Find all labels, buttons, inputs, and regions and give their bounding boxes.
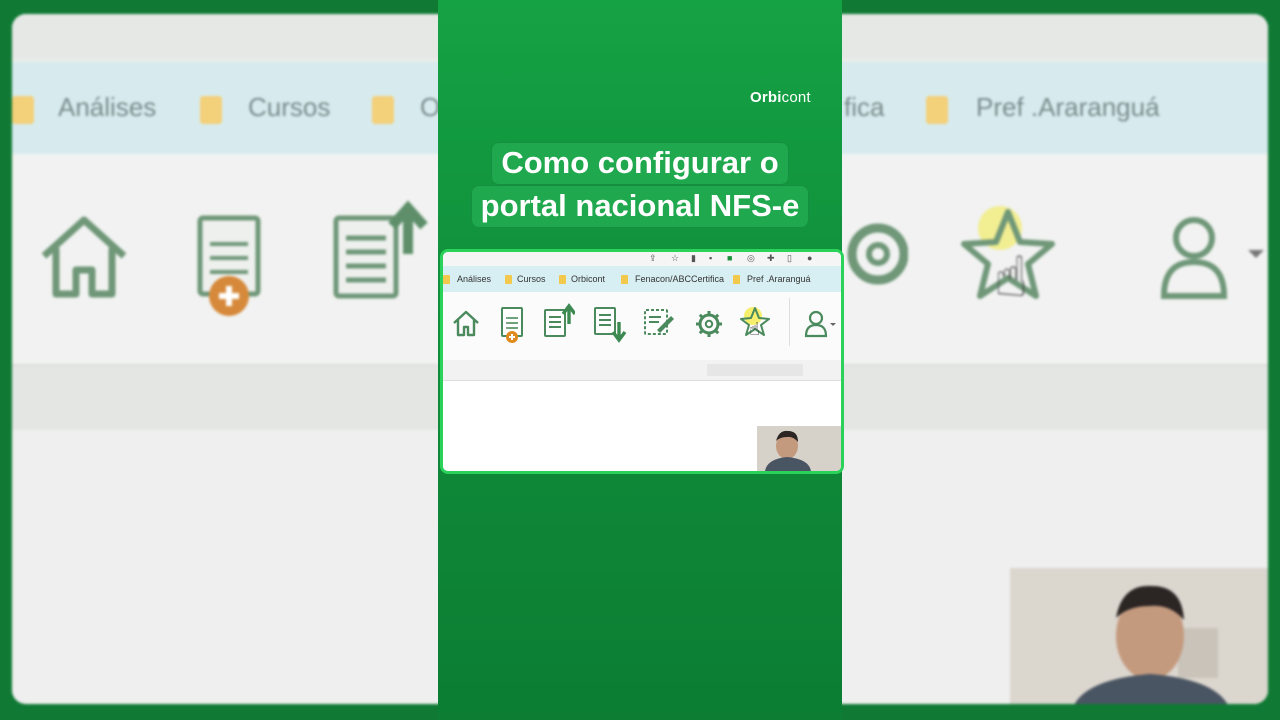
bookmark-araranguai[interactable]: Pref .Araranguá — [747, 274, 811, 284]
toolbar-divider — [789, 298, 790, 346]
home-icon[interactable] — [451, 308, 481, 338]
star-favorite-icon[interactable]: ☝ — [739, 304, 775, 340]
profile-icon[interactable]: ● — [807, 253, 812, 263]
folder-icon — [733, 275, 740, 284]
folder-icon — [559, 275, 566, 284]
bookmark-fenacon[interactable]: Fenacon/ABCCertifica — [635, 274, 724, 284]
bookmark-orbicont[interactable]: Orbicont — [571, 274, 605, 284]
nfse-add-icon — [197, 215, 261, 316]
background-webcam — [1010, 568, 1268, 704]
home-icon — [41, 216, 127, 298]
browser-extensions-bar: ⇪ ☆ ▮ ▪ ■ ◎ ✚ ▯ ● — [443, 252, 841, 266]
sidebar-icon[interactable]: ▯ — [787, 253, 792, 264]
puzzle-icon[interactable]: ✚ — [767, 253, 775, 264]
gear-icon — [847, 223, 908, 285]
presenter-silhouette — [1010, 568, 1268, 704]
user-icon — [1160, 217, 1264, 299]
brand-logo: Orbicont — [750, 89, 811, 106]
lock-icon[interactable]: ▪ — [709, 253, 712, 263]
extension-f-icon[interactable]: ■ — [727, 253, 732, 263]
video-title: Como configurar o portal nacional NFS-e — [440, 142, 840, 228]
folder-icon — [505, 275, 512, 284]
tooltip — [707, 364, 803, 376]
presenter-silhouette — [757, 426, 841, 471]
whatsapp-icon[interactable]: ◎ — [747, 253, 755, 264]
document-edit-icon[interactable] — [643, 308, 675, 338]
document-download-icon[interactable] — [593, 306, 627, 344]
document-upload-icon — [333, 200, 428, 299]
portal-toolbar: ☝ — [443, 292, 841, 361]
bg-bookmark-araranguai: Pref .Araranguá — [976, 92, 1160, 122]
cursor-glyph: ☝ — [994, 245, 1028, 304]
title-line-2: portal nacional NFS-e — [470, 185, 810, 228]
gear-icon[interactable] — [695, 310, 723, 338]
bookmark-cursos[interactable]: Cursos — [517, 274, 546, 284]
folder-icon — [621, 275, 628, 284]
bg-bookmark-cursos: Cursos — [248, 92, 331, 122]
folder-icon — [12, 96, 34, 124]
folder-icon — [200, 96, 222, 124]
document-upload-icon[interactable] — [543, 302, 575, 338]
folder-icon — [372, 96, 394, 124]
webcam-overlay — [757, 426, 841, 471]
share-icon[interactable]: ⇪ — [649, 253, 657, 264]
brand-suffix: cont — [781, 89, 811, 106]
clipboard-icon[interactable]: ▮ — [691, 253, 696, 264]
star-favorite-icon: ☝ — [961, 206, 1055, 304]
star-icon[interactable]: ☆ — [671, 253, 679, 264]
brand-prefix: Orbi — [750, 89, 782, 106]
folder-icon — [443, 275, 450, 284]
folder-icon — [926, 96, 948, 124]
title-line-1: Como configurar o — [491, 142, 789, 185]
bg-bookmark-analises: Análises — [58, 92, 157, 122]
user-icon[interactable] — [803, 310, 837, 338]
bg-bookmark-certifica: fica — [844, 92, 885, 122]
nfse-add-icon[interactable] — [499, 306, 525, 344]
highlighted-screenshot: ⇪ ☆ ▮ ▪ ■ ◎ ✚ ▯ ● Análises Cursos Orbico… — [440, 249, 844, 474]
bookmarks-bar: Análises Cursos Orbicont Fenacon/ABCCert… — [443, 266, 841, 292]
bookmark-analises[interactable]: Análises — [457, 274, 491, 284]
cursor-glyph: ☝ — [749, 319, 760, 340]
